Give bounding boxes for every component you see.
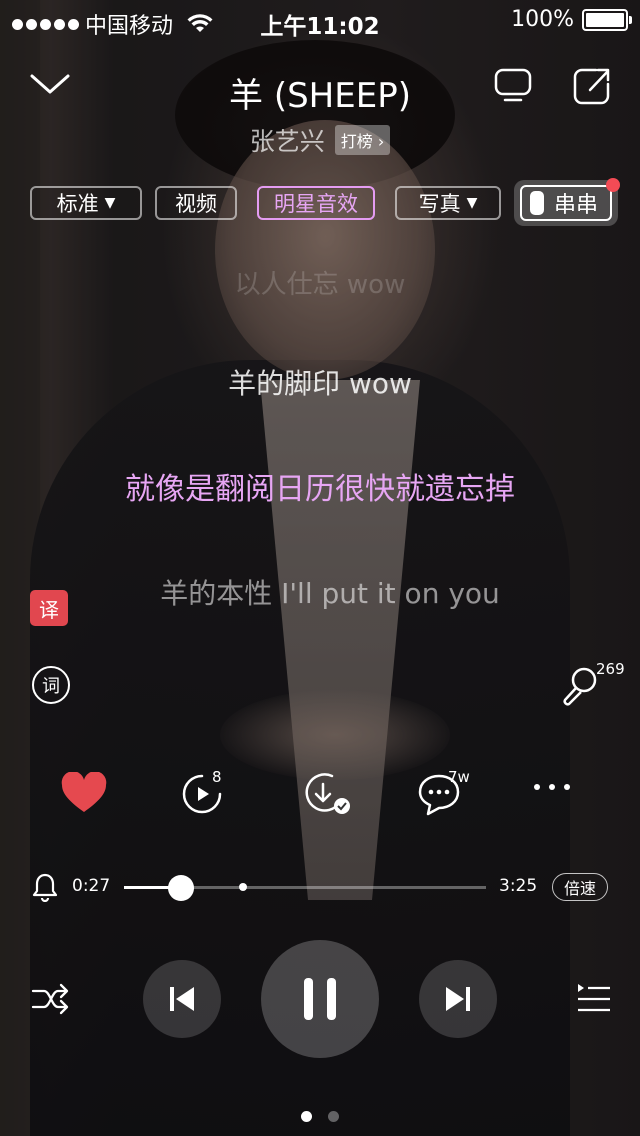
caret-down-icon: ▼: [104, 195, 116, 211]
tv-icon[interactable]: [493, 66, 533, 106]
chart-button[interactable]: 打榜 ›: [334, 125, 391, 155]
toggle-knob: [530, 191, 544, 215]
artist-name[interactable]: 张艺兴: [250, 122, 325, 158]
photos-label: 写真: [418, 192, 461, 216]
next-button[interactable]: [419, 960, 497, 1038]
heart-icon[interactable]: [60, 772, 108, 814]
mic-count: 269: [596, 660, 625, 678]
chuanchuan-label: 串串: [554, 193, 599, 218]
more-dot-icon: [549, 784, 555, 790]
speed-button[interactable]: 倍速: [552, 873, 608, 901]
song-title: 羊 (SHEEP): [229, 76, 411, 116]
skip-forward-icon: [446, 987, 470, 1011]
speed-label: 倍速: [563, 879, 596, 898]
video-button[interactable]: 视频: [155, 186, 237, 220]
notification-dot: [606, 178, 620, 192]
progress-marker: [239, 883, 248, 891]
current-time: 0:27: [72, 876, 111, 896]
pause-icon: [304, 978, 336, 1020]
pause-button[interactable]: [261, 940, 379, 1058]
caret-down-icon: ▼: [466, 195, 478, 211]
chuanchuan-toggle[interactable]: 串串: [514, 178, 620, 226]
page-indicator: [0, 1111, 640, 1122]
photos-dropdown[interactable]: 写真 ▼: [395, 186, 501, 220]
translate-button[interactable]: 译: [30, 590, 68, 626]
more-dot-icon: [534, 784, 540, 790]
lyric-line-previous: 羊的脚印 wow: [228, 367, 412, 400]
progress-thumb[interactable]: [167, 875, 194, 901]
battery-percent: 100%: [511, 7, 574, 32]
playlist-icon[interactable]: [576, 982, 612, 1016]
comment-button[interactable]: 7w: [416, 768, 470, 820]
total-time: 3:25: [499, 876, 538, 896]
translate-label: 译: [39, 597, 59, 622]
video-label: 视频: [175, 192, 217, 216]
lyric-line-current: 就像是翻阅日历很快就遗忘掉: [125, 472, 515, 507]
skip-back-icon: [170, 987, 194, 1011]
lyrics-label: 词: [42, 676, 60, 697]
shuffle-icon[interactable]: [30, 982, 70, 1016]
page-dot[interactable]: [328, 1111, 339, 1122]
page-dot[interactable]: [301, 1111, 312, 1122]
battery-icon: [582, 8, 632, 31]
lyric-line-next: 羊的本性 I'll put it on you: [160, 577, 500, 610]
bell-icon[interactable]: [32, 872, 58, 902]
more-button[interactable]: [534, 784, 570, 790]
lyric-line-faded: 以人仕忘 wow: [234, 270, 406, 300]
status-bar: 中国移动 上午11:02 100%: [0, 0, 640, 40]
mv-button[interactable]: 8: [180, 768, 224, 820]
star-effect-label: 明星音效: [274, 192, 358, 216]
download-icon: [305, 773, 350, 814]
star-effect-button[interactable]: 明星音效: [257, 186, 375, 220]
more-dot-icon: [564, 784, 570, 790]
share-icon[interactable]: [572, 66, 612, 106]
lyrics-button[interactable]: 词: [32, 666, 70, 704]
quality-label: 标准: [56, 192, 99, 216]
karaoke-button[interactable]: 269: [560, 660, 632, 708]
mic-icon: [563, 667, 597, 706]
chevron-down-icon[interactable]: [28, 68, 72, 98]
progress-slider[interactable]: [124, 875, 486, 901]
download-button[interactable]: [302, 772, 352, 822]
comment-count: 7w: [448, 768, 470, 786]
previous-button[interactable]: [143, 960, 221, 1038]
mv-count: 8: [212, 768, 222, 786]
quality-dropdown[interactable]: 标准 ▼: [30, 186, 142, 220]
